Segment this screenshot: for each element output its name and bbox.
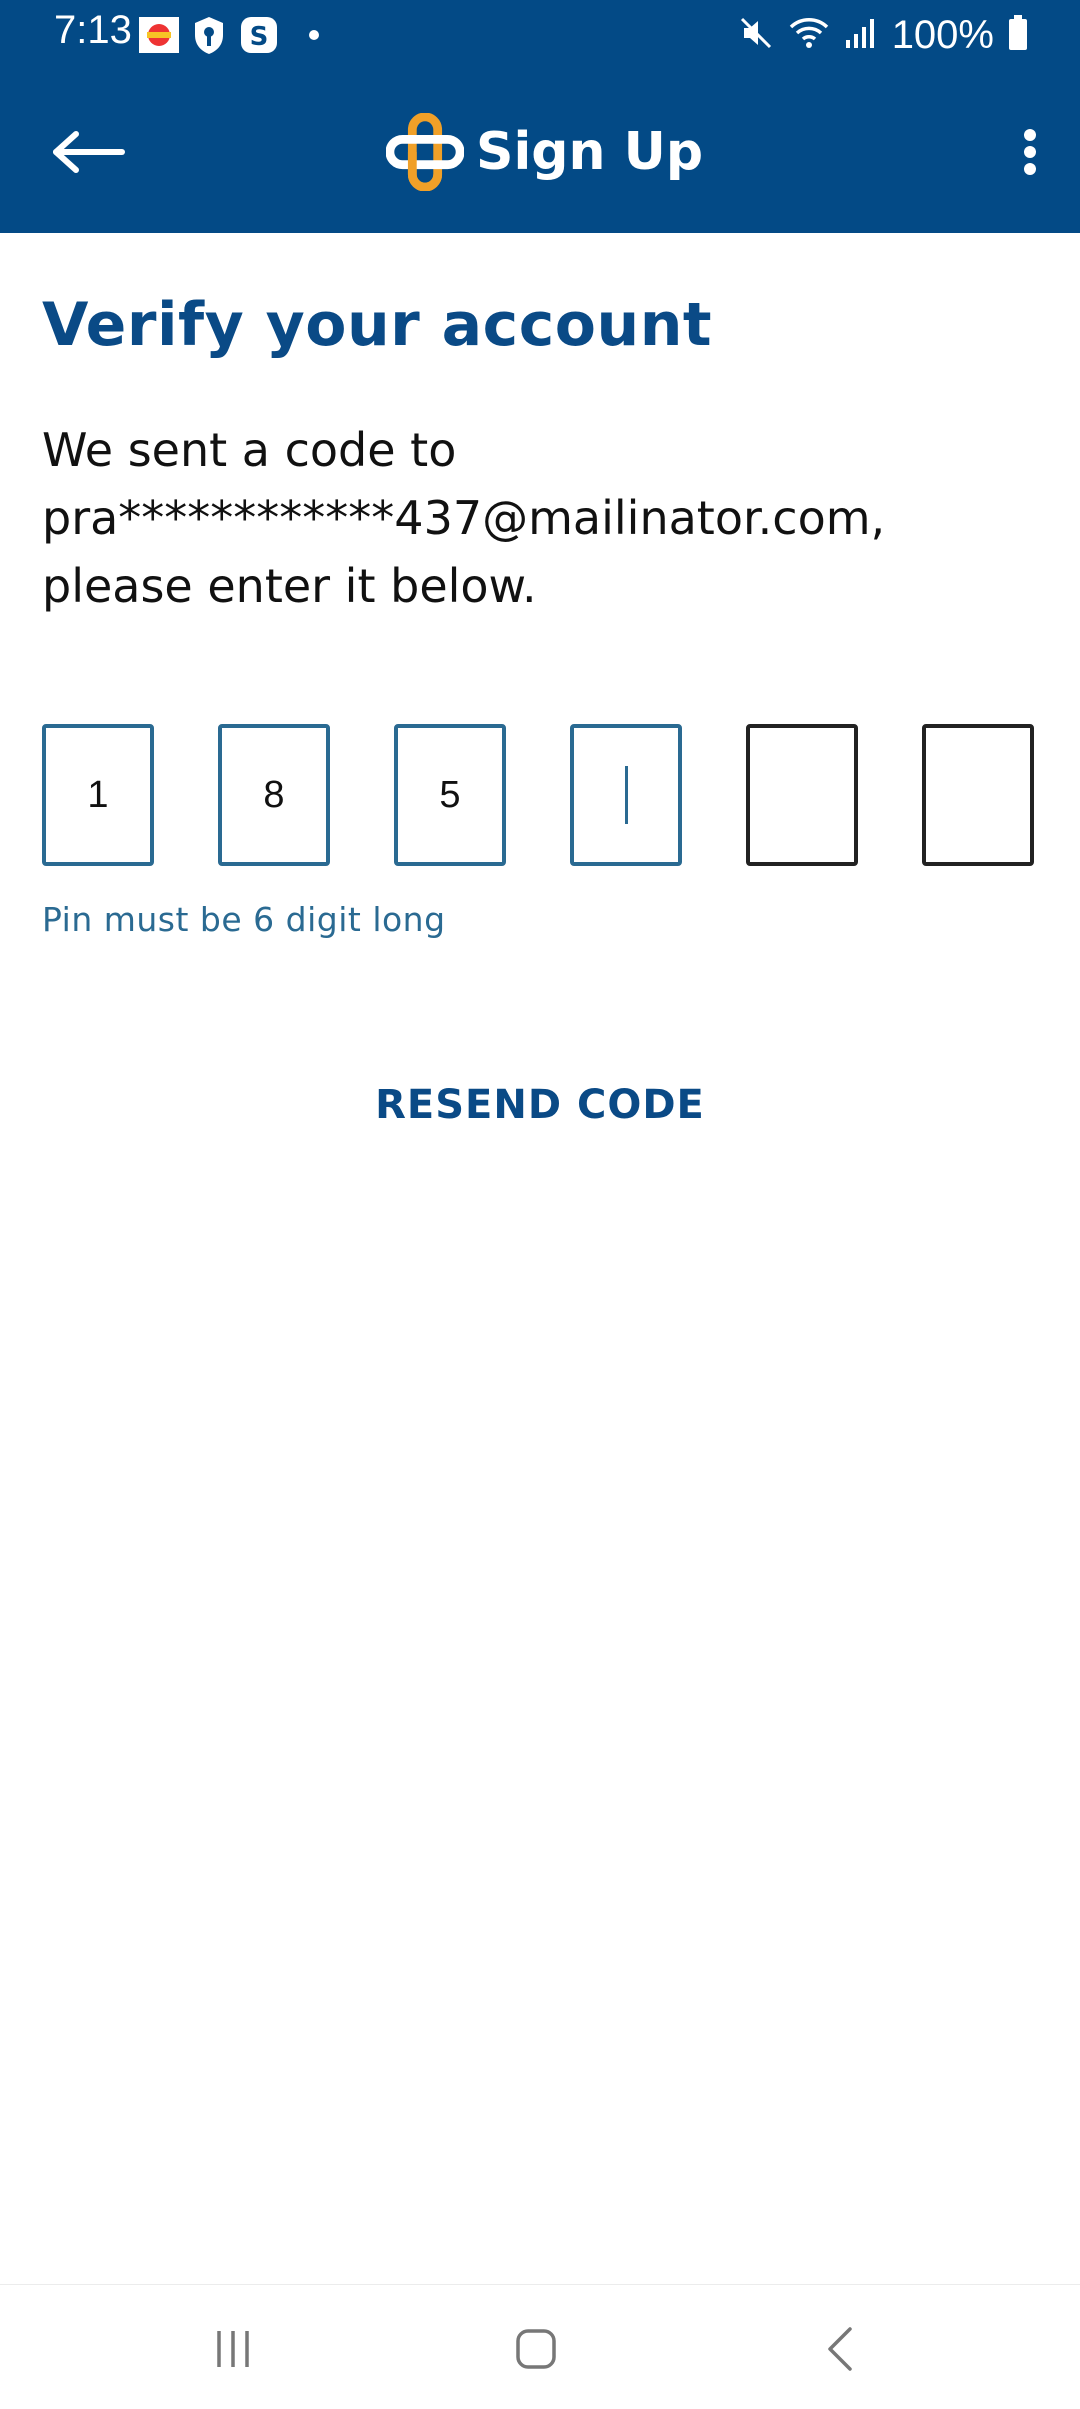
page-title: Verify your account [42,290,713,360]
recents-icon [217,2331,249,2367]
status-time: 7:13 [54,8,132,52]
pin-digit-value: 8 [263,773,285,816]
verification-description: We sent a code to pra************437@mai… [42,423,886,613]
pin-digit-value: 5 [439,773,461,816]
more-options-button[interactable] [1000,110,1060,194]
signal-icon [844,16,878,54]
dot-icon [309,30,319,40]
pin-hint: Pin must be 6 digit long [42,900,446,939]
mute-icon [738,15,774,55]
app-title-group: Sign Up [386,102,703,202]
battery-icon [1008,15,1028,55]
pin-digit-3[interactable]: 5 [394,724,506,866]
pin-digit-1[interactable]: 1 [42,724,154,866]
back-button[interactable] [40,110,136,194]
page-header-title: Sign Up [476,122,704,182]
app-logo-icon [386,113,464,191]
shield-icon [189,15,229,55]
pin-digit-5[interactable] [746,724,858,866]
battery-percent: 100% [891,12,994,57]
system-nav-bar [0,2284,1080,2409]
back-icon [828,2327,852,2371]
pin-digit-2[interactable]: 8 [218,724,330,866]
back-arrow-icon [53,131,125,173]
home-icon [516,2329,556,2369]
home-button[interactable] [476,2309,596,2389]
svg-text:S: S [250,22,269,52]
text-cursor [624,766,628,824]
resend-code-button[interactable]: RESEND CODE [340,1070,740,1140]
notification-icons: S [139,15,319,55]
app-notification-icon [139,15,179,55]
pin-digit-4[interactable] [570,724,682,866]
system-status-icons: 100% [738,8,1028,62]
status-bar: 7:13 S 100% [0,0,1080,70]
recents-button[interactable] [173,2309,293,2389]
wifi-icon [788,15,830,55]
pin-digit-value: 1 [87,773,109,816]
nav-back-button[interactable] [780,2309,900,2389]
skype-icon: S [239,15,279,55]
pin-digit-6[interactable] [922,724,1034,866]
pin-input-row: 1 8 5 [42,724,1038,870]
more-vert-icon [1024,129,1036,175]
app-bar: Sign Up [0,70,1080,233]
